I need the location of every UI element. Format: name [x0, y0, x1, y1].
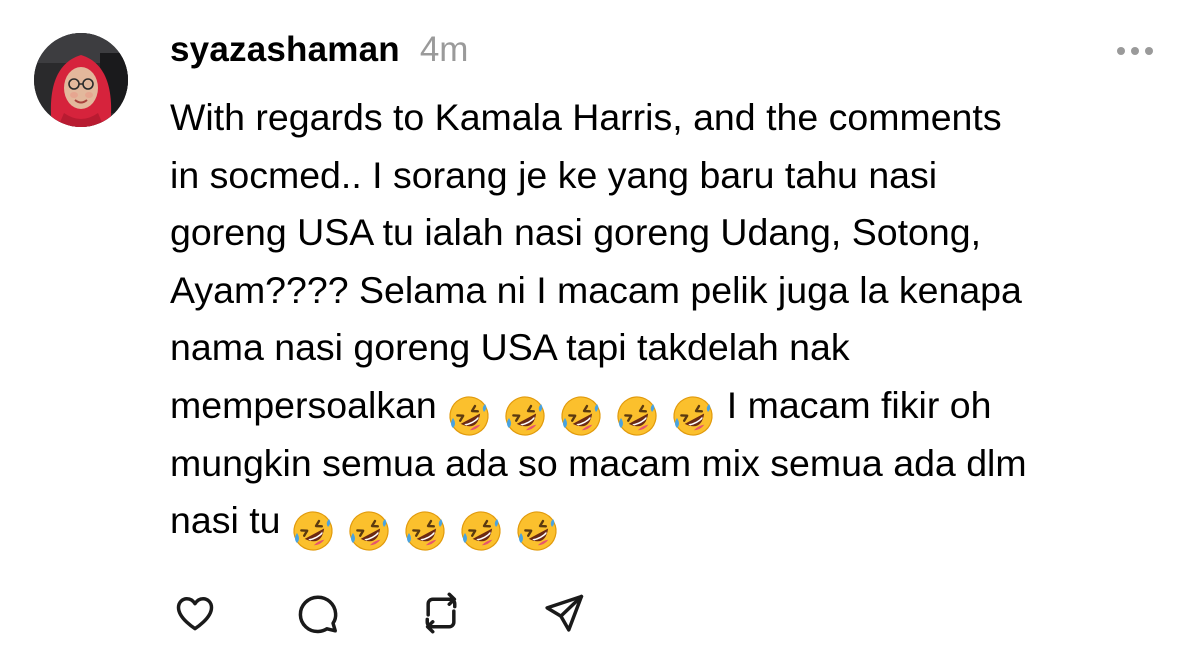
avatar[interactable] — [34, 33, 128, 127]
post-text-segment: I macam fikir oh — [726, 383, 992, 426]
post-text-line-with-emoji: nasi tu — [170, 492, 1160, 551]
rofl-emoji-icon — [447, 394, 491, 438]
share-button[interactable] — [539, 588, 589, 638]
post-text-segment: nasi tu — [170, 499, 281, 542]
action-bar — [170, 588, 662, 638]
rofl-emoji-icon — [291, 509, 335, 553]
post-text-line: in socmed.. I sorang je ke yang baru tah… — [170, 153, 938, 196]
more-options-icon — [1117, 47, 1153, 55]
post-text-line: mungkin semua ada so macam mix semua ada… — [170, 441, 1027, 484]
rofl-emoji-icon — [347, 509, 391, 553]
rofl-emoji-icon — [671, 394, 715, 438]
rofl-emoji-icon — [403, 509, 447, 553]
avatar-image — [34, 33, 128, 127]
post-text-line: nama nasi goreng USA tapi takdelah nak — [170, 326, 850, 369]
comment-icon — [298, 595, 338, 634]
post-text-line: Ayam???? Selama ni I macam pelik juga la… — [170, 268, 1022, 311]
rofl-emoji-icon — [515, 509, 559, 553]
more-options-button[interactable] — [1110, 36, 1160, 66]
like-button[interactable] — [170, 588, 220, 638]
post-text-segment: mempersoalkan — [170, 383, 437, 426]
post-text: With regards to Kamala Harris, and the c… — [170, 89, 1160, 551]
rofl-emoji-icon — [503, 394, 547, 438]
post-header: syazashaman 4m — [170, 30, 468, 78]
send-icon — [545, 594, 584, 632]
post-card: syazashaman 4m With regards to Kamala Ha… — [0, 0, 1200, 666]
emoji-group — [447, 385, 727, 436]
post-text-line-with-emoji: mempersoalkan I macam fikir oh — [170, 377, 1160, 436]
repost-button[interactable] — [416, 588, 466, 638]
emoji-group — [291, 500, 571, 551]
post-text-line: goreng USA tu ialah nasi goreng Udang, S… — [170, 211, 981, 254]
repost-icon — [425, 592, 457, 634]
rofl-emoji-icon — [559, 394, 603, 438]
timestamp: 4m — [419, 30, 469, 69]
rofl-emoji-icon — [459, 509, 503, 553]
heart-icon — [176, 596, 214, 631]
reply-button[interactable] — [293, 588, 343, 638]
username[interactable]: syazashaman — [170, 30, 400, 70]
post-text-line: With regards to Kamala Harris, and the c… — [170, 96, 1002, 138]
rofl-emoji-icon — [615, 394, 659, 438]
